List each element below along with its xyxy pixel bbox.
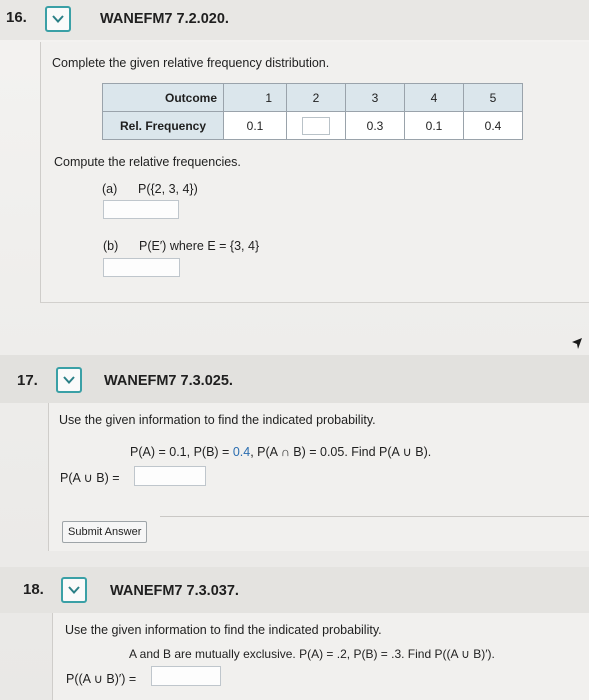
q17-expand-toggle[interactable]	[56, 367, 82, 393]
mouse-pointer-icon	[572, 338, 582, 349]
frequency-cell: 0.3	[345, 111, 405, 140]
q17-given: P(A) = 0.1, P(B) = 0.4, P(A ∩ B) = 0.05.…	[130, 444, 431, 459]
q17-instruction: Use the given information to find the in…	[59, 413, 376, 427]
q17-given-highlight: 0.4	[232, 445, 251, 459]
outcome-cell: 4	[404, 83, 464, 112]
q16-instruction: Complete the given relative frequency di…	[52, 56, 330, 70]
q18-answer-label: P((A ∪ B)′) =	[66, 672, 137, 686]
q18-expand-toggle[interactable]	[61, 577, 87, 603]
q17-divider	[160, 516, 589, 517]
q18-id: WANEFM7 7.3.037.	[110, 583, 239, 599]
q16-id: WANEFM7 7.2.020.	[100, 11, 229, 27]
frequency-cell: 0.4	[463, 111, 523, 140]
q16-header	[0, 0, 589, 40]
chevron-down-icon	[52, 15, 64, 23]
part-b-answer-input[interactable]	[103, 258, 180, 277]
q18-instruction: Use the given information to find the in…	[65, 623, 382, 637]
frequency-cell: 0.1	[404, 111, 464, 140]
q17-number: 17.	[17, 372, 38, 389]
frequency-header: Rel. Frequency	[102, 111, 224, 140]
frequency-table: Outcome 1 2 3 4 5 Rel. Frequency 0.1 0.3…	[102, 83, 523, 140]
frequency-row: Rel. Frequency 0.1 0.3 0.1 0.4	[102, 111, 523, 140]
q16-expand-toggle[interactable]	[45, 6, 71, 32]
outcome-cell: 1	[223, 83, 287, 112]
q17-given-suffix: , P(A ∩ B) = 0.05. Find P(A ∪ B).	[250, 445, 432, 459]
outcome-cell: 2	[286, 83, 346, 112]
part-a-expression: P({2, 3, 4})	[138, 182, 198, 196]
outcome-row: Outcome 1 2 3 4 5	[102, 83, 523, 112]
chevron-down-icon	[68, 586, 80, 594]
q17-id: WANEFM7 7.3.025.	[104, 373, 233, 389]
q18-number: 18.	[23, 581, 44, 598]
outcome-header: Outcome	[102, 83, 224, 112]
outcome-cell: 5	[463, 83, 523, 112]
q18-answer-input[interactable]	[151, 666, 221, 686]
compute-text: Compute the relative frequencies.	[54, 155, 241, 169]
q17-given-prefix: P(A) = 0.1, P(B) =	[130, 445, 233, 459]
q17-header	[0, 355, 589, 403]
part-b-expression: P(E′) where E = {3, 4}	[139, 239, 260, 253]
q17-answer-input[interactable]	[134, 466, 206, 486]
page: 16. WANEFM7 7.2.020. Complete the given …	[0, 0, 589, 700]
part-b-label: (b)	[103, 239, 119, 253]
outcome-cell: 3	[345, 83, 405, 112]
q16-number: 16.	[6, 9, 27, 26]
q18-header	[0, 567, 589, 613]
q17-answer-label: P(A ∪ B) =	[60, 471, 120, 485]
submit-answer-button[interactable]: Submit Answer	[62, 521, 148, 543]
q18-given: A and B are mutually exclusive. P(A) = .…	[129, 647, 495, 661]
part-a-answer-input[interactable]	[103, 200, 179, 219]
frequency-cell: 0.1	[223, 111, 287, 140]
part-a-label: (a)	[102, 182, 118, 196]
chevron-down-icon	[63, 376, 75, 384]
frequency-input-cell[interactable]	[286, 111, 346, 140]
frequency-input[interactable]	[302, 116, 330, 135]
